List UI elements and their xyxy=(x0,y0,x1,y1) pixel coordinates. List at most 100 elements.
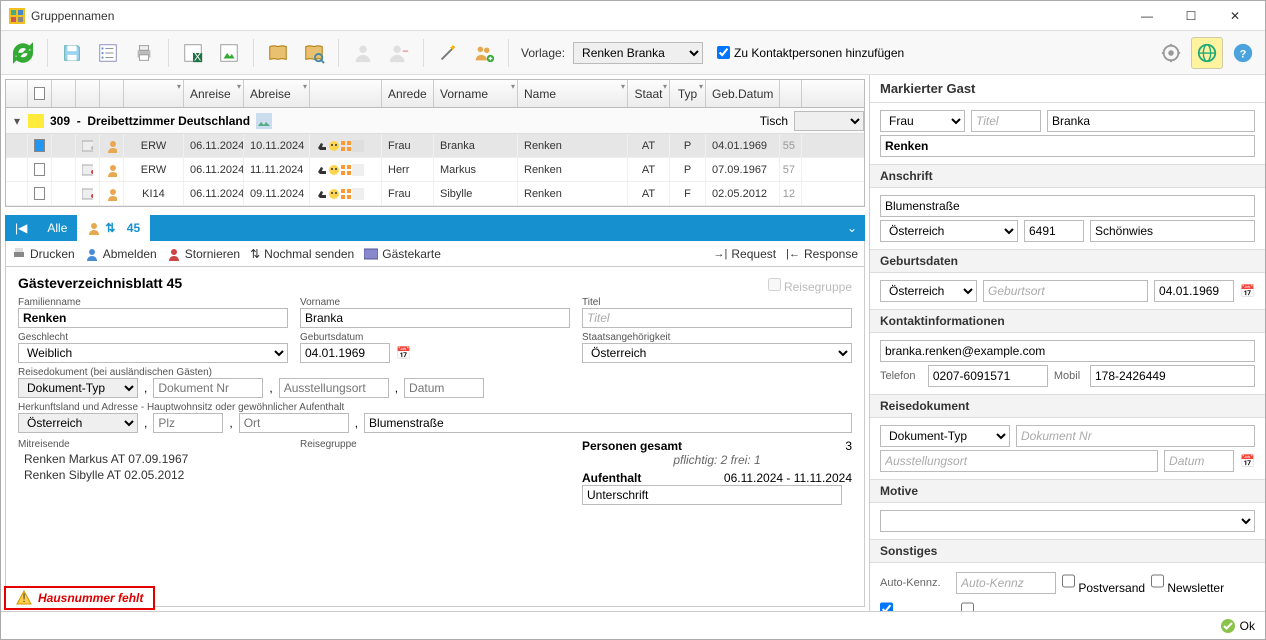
book-search-button[interactable] xyxy=(298,37,330,69)
svg-text:?: ? xyxy=(1240,48,1247,60)
newsletter-checkbox[interactable]: Newsletter xyxy=(1151,570,1224,595)
response-action[interactable]: |← Response xyxy=(786,247,858,261)
plz-input[interactable] xyxy=(153,413,223,433)
street-input[interactable] xyxy=(880,195,1255,217)
export-sheet-button[interactable] xyxy=(213,37,245,69)
gastekarte-checkbox[interactable]: Gästekarte xyxy=(880,598,955,611)
guest-grid: ▾ Anreise▾ Abreise▾ Anrede Vorname▾ Name… xyxy=(5,79,865,207)
add-contact-checkbox[interactable]: Zu Kontaktpersonen hinzufügen xyxy=(717,46,904,60)
auto-input[interactable] xyxy=(956,572,1056,594)
stornieren-action[interactable]: Stornieren xyxy=(167,247,240,261)
abmelden-action[interactable]: Abmelden xyxy=(85,247,157,261)
motive-select[interactable] xyxy=(880,510,1255,532)
person-button[interactable] xyxy=(347,37,379,69)
dok-nr-input-right[interactable] xyxy=(1016,425,1255,447)
col-typ[interactable]: Typ▾ xyxy=(670,80,706,107)
detail-panel: Markierter Gast Frau Anschrift Österreic… xyxy=(870,75,1265,611)
row-checkbox[interactable] xyxy=(34,163,45,176)
collapse-icon[interactable]: ⌄ xyxy=(839,221,865,235)
dok-typ-select[interactable]: Dokument-Typ xyxy=(18,378,138,398)
reisegruppe-checkbox[interactable]: Reisegruppe xyxy=(768,278,852,294)
dok-typ-select-right[interactable]: Dokument-Typ xyxy=(880,425,1010,447)
row-checkbox[interactable] xyxy=(34,139,45,152)
select-all-checkbox[interactable] xyxy=(34,87,45,100)
staats-select[interactable]: Österreich xyxy=(582,343,852,363)
grid-icon xyxy=(340,188,352,200)
table-row[interactable]: ERW 06.11.2024 11.11.2024 Herr Markus Re… xyxy=(6,158,864,182)
titel-input[interactable] xyxy=(582,308,852,328)
group-add-button[interactable] xyxy=(468,37,500,69)
col-staat[interactable]: Staat▾ xyxy=(628,80,670,107)
ausstellungsort-input[interactable] xyxy=(279,378,389,398)
print-action[interactable]: Drucken xyxy=(12,247,75,261)
tel-input[interactable] xyxy=(928,365,1048,387)
tisch-select[interactable] xyxy=(794,111,864,131)
ort-input-right[interactable] xyxy=(1090,220,1255,242)
plz-input-right[interactable] xyxy=(1024,220,1084,242)
tab-current[interactable]: ⇅ 45 xyxy=(77,215,150,241)
geschlecht-select[interactable]: Weiblich xyxy=(18,343,288,363)
tisch-label: Tisch xyxy=(760,114,788,128)
expand-icon[interactable]: ▾ xyxy=(12,114,22,128)
email-input[interactable] xyxy=(880,340,1255,362)
list-button[interactable] xyxy=(92,37,124,69)
gastekarte-action[interactable]: Gästekarte xyxy=(364,247,441,261)
maximize-button[interactable]: ☐ xyxy=(1169,2,1213,30)
resend-action[interactable]: ⇅Nochmal senden xyxy=(250,247,354,261)
vorname-input-right[interactable] xyxy=(1047,110,1255,132)
geb-datum-input[interactable] xyxy=(1154,280,1234,302)
col-anrede[interactable]: Anrede xyxy=(382,80,434,107)
aus-input-right[interactable] xyxy=(880,450,1158,472)
card-icon xyxy=(82,187,93,201)
land-select[interactable]: Österreich xyxy=(18,413,138,433)
book-button[interactable] xyxy=(262,37,294,69)
col-abreise[interactable]: Abreise▾ xyxy=(244,80,310,107)
familienname-input[interactable] xyxy=(18,308,288,328)
tab-alle[interactable]: Alle xyxy=(37,215,77,241)
grid-group-row[interactable]: ▾ 309 - Dreibettzimmer Deutschland Tisch xyxy=(6,108,864,134)
mobil-input[interactable] xyxy=(1090,365,1255,387)
table-row[interactable]: ERW 06.11.2024 10.11.2024 Frau Branka Re… xyxy=(6,134,864,158)
col-name[interactable]: Name▾ xyxy=(518,80,628,107)
postversand-checkbox[interactable]: Postversand xyxy=(1062,570,1145,595)
calendar-icon[interactable]: 📅 xyxy=(1240,454,1255,468)
calendar-icon[interactable]: 📅 xyxy=(1240,284,1255,298)
strasse-input[interactable] xyxy=(364,413,852,433)
geb-land-select[interactable]: Österreich xyxy=(880,280,977,302)
app-icon xyxy=(9,8,25,24)
col-vorname[interactable]: Vorname▾ xyxy=(434,80,518,107)
help-button[interactable]: ? xyxy=(1227,37,1259,69)
minimize-button[interactable]: — xyxy=(1125,2,1169,30)
print-button[interactable] xyxy=(128,37,160,69)
anrede-select[interactable]: Frau xyxy=(880,110,965,132)
dok-nr-input[interactable] xyxy=(153,378,263,398)
ausblenden-checkbox[interactable]: In Gästekartei ausblenden xyxy=(961,598,1117,611)
close-button[interactable]: ✕ xyxy=(1213,2,1257,30)
globe-button[interactable] xyxy=(1191,37,1223,69)
ort-input[interactable] xyxy=(239,413,349,433)
calendar-icon[interactable]: 📅 xyxy=(396,346,411,360)
dok-datum-input[interactable] xyxy=(404,378,484,398)
export-excel-button[interactable]: X xyxy=(177,37,209,69)
wand-button[interactable] xyxy=(432,37,464,69)
land-select-right[interactable]: Österreich xyxy=(880,220,1018,242)
nachname-input[interactable] xyxy=(880,135,1255,157)
col-anreise[interactable]: Anreise▾ xyxy=(184,80,244,107)
geb-ort-input[interactable] xyxy=(983,280,1148,302)
titel-input-right[interactable] xyxy=(971,110,1041,132)
request-action[interactable]: →| Request xyxy=(714,247,777,261)
vorlage-select[interactable]: Renken Branka xyxy=(573,42,703,64)
col-geb[interactable]: Geb.Datum xyxy=(706,80,780,107)
dat-input-right[interactable] xyxy=(1164,450,1234,472)
ok-button[interactable]: Ok xyxy=(1220,618,1255,634)
table-row[interactable]: KI14 06.11.2024 09.11.2024 Frau Sibylle … xyxy=(6,182,864,206)
row-checkbox[interactable] xyxy=(34,187,45,200)
save-button[interactable] xyxy=(56,37,88,69)
geburtsdatum-input[interactable] xyxy=(300,343,390,363)
vorname-input[interactable] xyxy=(300,308,570,328)
first-button[interactable]: |◀ xyxy=(5,215,37,241)
refresh-button[interactable] xyxy=(7,37,39,69)
person-remove-button[interactable] xyxy=(383,37,415,69)
form-heading: Gästeverzeichnisblatt 45 xyxy=(18,275,182,291)
settings-button[interactable] xyxy=(1155,37,1187,69)
